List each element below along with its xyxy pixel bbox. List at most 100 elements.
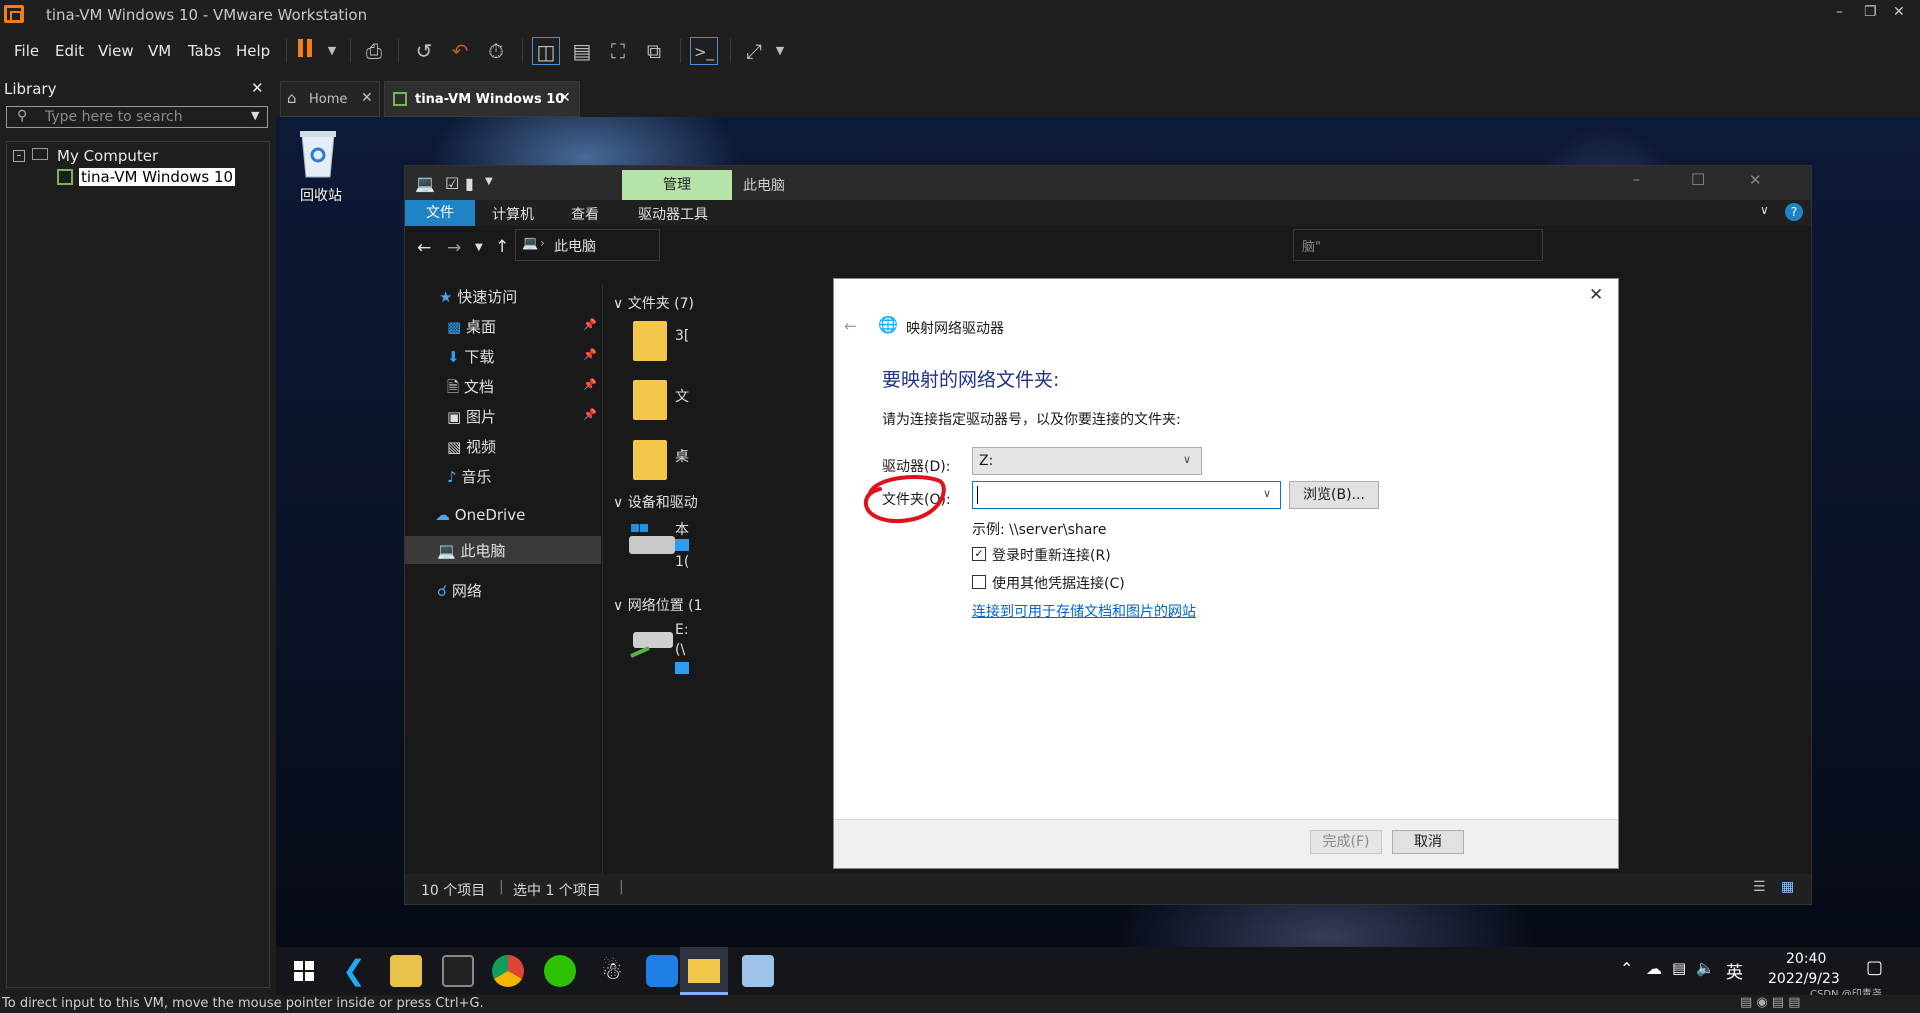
other-credentials-checkbox[interactable] xyxy=(972,575,986,589)
thumbnail-bar-icon[interactable]: ▤ xyxy=(568,37,596,65)
qat-dropdown-icon[interactable]: ▼ xyxy=(485,176,493,187)
ribbon-tab-view[interactable]: 查看 xyxy=(571,204,599,224)
show-hidden-icons-icon[interactable]: ⌃ xyxy=(1620,959,1633,978)
volume-icon[interactable]: 🔈 xyxy=(1696,959,1715,977)
address-bar[interactable]: 💻 › 此电脑 xyxy=(515,229,660,261)
dialog-close-icon[interactable]: ✕ xyxy=(1589,285,1603,305)
tree-my-computer[interactable]: My Computer xyxy=(57,147,158,165)
menu-file[interactable]: File xyxy=(14,42,39,60)
nav-item-music[interactable]: ♪ 音乐 xyxy=(447,466,491,487)
close-library-icon[interactable]: ✕ xyxy=(251,79,264,97)
show-library-icon[interactable]: ◫ xyxy=(532,37,560,65)
explorer-maximize-icon[interactable]: ☐ xyxy=(1691,170,1705,189)
menu-help[interactable]: Help xyxy=(236,42,270,60)
collapse-toggle-icon[interactable]: – xyxy=(13,150,25,162)
forward-icon[interactable]: → xyxy=(447,238,461,258)
up-icon[interactable]: ↑ xyxy=(495,237,509,257)
tab-close-icon[interactable]: ✕ xyxy=(559,90,571,106)
library-search-input[interactable]: ⚲ Type here to search ▼ xyxy=(6,106,268,128)
search-dropdown-icon[interactable]: ▼ xyxy=(251,109,259,122)
nav-network[interactable]: ☌ 网络 xyxy=(437,580,482,601)
ribbon-tab-computer[interactable]: 计算机 xyxy=(492,204,534,224)
tab-home[interactable]: ⌂ Home ✕ xyxy=(280,81,380,117)
nav-item-videos[interactable]: ▧ 视频 xyxy=(447,436,496,457)
local-disk-icon[interactable] xyxy=(627,522,677,558)
nav-quick-access[interactable]: ★ 快速访问 xyxy=(439,286,517,307)
group-devices-header[interactable]: ∨ 设备和驱动 xyxy=(613,492,698,512)
stretch-dropdown-icon[interactable]: ▼ xyxy=(766,37,794,65)
folder-documents-icon[interactable] xyxy=(633,380,667,420)
browse-button[interactable]: 浏览(B)... xyxy=(1289,481,1379,509)
ime-indicator[interactable]: 英 xyxy=(1726,958,1743,983)
onedrive-tray-icon[interactable]: ☁ xyxy=(1646,959,1662,978)
guest-screen[interactable]: 回收站 💻 ☑ ▮ ▼ 管理 此电脑 – ☐ ✕ 文件 计算机 查看 驱动器工具… xyxy=(276,117,1920,995)
taskbar-active-explorer[interactable] xyxy=(680,947,728,995)
ribbon-tab-drive-tools[interactable]: 驱动器工具 xyxy=(638,204,708,224)
clock-time[interactable]: 20:40 xyxy=(1786,951,1826,967)
chrome-icon[interactable] xyxy=(492,955,524,987)
menu-edit[interactable]: Edit xyxy=(55,42,84,60)
vscode-icon[interactable]: ❮ xyxy=(338,955,370,987)
snapshot-manager-icon[interactable]: ⏱ xyxy=(482,37,510,65)
folder-desktop-icon[interactable] xyxy=(633,440,667,480)
stretch-guest-icon[interactable]: ⤢ xyxy=(740,37,768,65)
reconnect-checkbox[interactable]: ✓ xyxy=(972,547,986,561)
ribbon-tab-file[interactable]: 文件 xyxy=(405,200,475,226)
unity-icon[interactable]: ⧉ xyxy=(640,37,668,65)
control-panel-icon[interactable] xyxy=(742,955,774,987)
menu-tabs[interactable]: Tabs xyxy=(188,42,221,60)
pause-dropdown-icon[interactable]: ▼ xyxy=(318,37,346,65)
finish-button[interactable]: 完成(F) xyxy=(1310,830,1382,854)
start-windows-icon[interactable] xyxy=(294,961,314,981)
minimize-icon[interactable]: – xyxy=(1836,4,1843,20)
menu-vm[interactable]: VM xyxy=(148,42,171,60)
ribbon-context-manage[interactable]: 管理 xyxy=(622,170,732,200)
back-icon[interactable]: ← xyxy=(417,238,431,258)
large-icons-view-icon[interactable]: ▦ xyxy=(1781,879,1794,895)
network-drive-icon[interactable] xyxy=(627,626,677,662)
snapshot-icon[interactable]: ↺ xyxy=(410,37,438,65)
recent-dropdown-icon[interactable]: ▼ xyxy=(475,242,483,253)
revert-snapshot-icon[interactable]: ↶ xyxy=(446,37,474,65)
full-screen-icon[interactable]: ⛶ xyxy=(604,37,632,65)
new-folder-icon[interactable]: ▮ xyxy=(465,174,474,193)
nav-item-documents[interactable]: 🗎 文档 xyxy=(447,376,494,402)
folder-3d-objects-icon[interactable] xyxy=(633,321,667,361)
explorer-close-icon[interactable]: ✕ xyxy=(1749,171,1762,189)
details-view-icon[interactable]: ☰ xyxy=(1753,879,1766,895)
group-netloc-header[interactable]: ∨ 网络位置 (1 xyxy=(613,595,703,615)
console-view-icon[interactable]: >_ xyxy=(690,37,718,65)
explorer-search-box[interactable]: 脑" xyxy=(1293,229,1543,261)
dialog-back-icon[interactable]: ← xyxy=(844,317,857,335)
tab-close-icon[interactable]: ✕ xyxy=(361,90,373,106)
terminal-icon[interactable] xyxy=(442,955,474,987)
storage-website-link[interactable]: 连接到可用于存储文档和图片的网站 xyxy=(972,601,1196,621)
tree-vm-item[interactable]: tina-VM Windows 10 xyxy=(79,168,236,186)
wechat-icon[interactable] xyxy=(544,955,576,987)
nav-this-pc[interactable]: 💻 此电脑 xyxy=(437,540,505,561)
pause-icon[interactable] xyxy=(292,37,320,65)
send-ctrl-alt-del-icon[interactable]: ⎙ xyxy=(360,37,388,65)
group-folders-header[interactable]: ∨ 文件夹 (7) xyxy=(613,293,694,313)
nav-item-downloads[interactable]: ⬇ 下载 xyxy=(447,346,494,367)
recycle-bin-icon[interactable] xyxy=(294,127,342,183)
help-icon[interactable]: ? xyxy=(1785,203,1803,221)
device-status-icons[interactable]: ▤ ◉ ▤ ▤ xyxy=(1740,995,1801,1010)
restore-icon[interactable]: ❐ xyxy=(1864,4,1877,20)
folder-input[interactable]: ∨ xyxy=(972,481,1281,509)
drive-select[interactable]: Z: ∨ xyxy=(972,447,1202,475)
nav-item-pictures[interactable]: ▣ 图片 xyxy=(447,406,496,427)
tab-vm[interactable]: tina-VM Windows 10 ✕ xyxy=(384,81,580,117)
properties-icon[interactable]: ☑ xyxy=(445,174,459,193)
explorer-minimize-icon[interactable]: – xyxy=(1633,172,1640,188)
nav-onedrive[interactable]: ☁ OneDrive xyxy=(435,506,525,524)
ribbon-expand-icon[interactable]: ∨ xyxy=(1760,203,1769,217)
tools-app-icon[interactable] xyxy=(390,955,422,987)
network-tray-icon[interactable]: ▤ xyxy=(1672,959,1686,977)
feishu-icon[interactable] xyxy=(646,955,678,987)
qq-icon[interactable]: ☃ xyxy=(596,955,628,987)
nav-item-desktop[interactable]: ▩ 桌面 xyxy=(447,316,496,337)
menu-view[interactable]: View xyxy=(98,42,134,60)
cancel-button[interactable]: 取消 xyxy=(1392,830,1464,854)
close-window-icon[interactable]: ✕ xyxy=(1893,4,1905,20)
